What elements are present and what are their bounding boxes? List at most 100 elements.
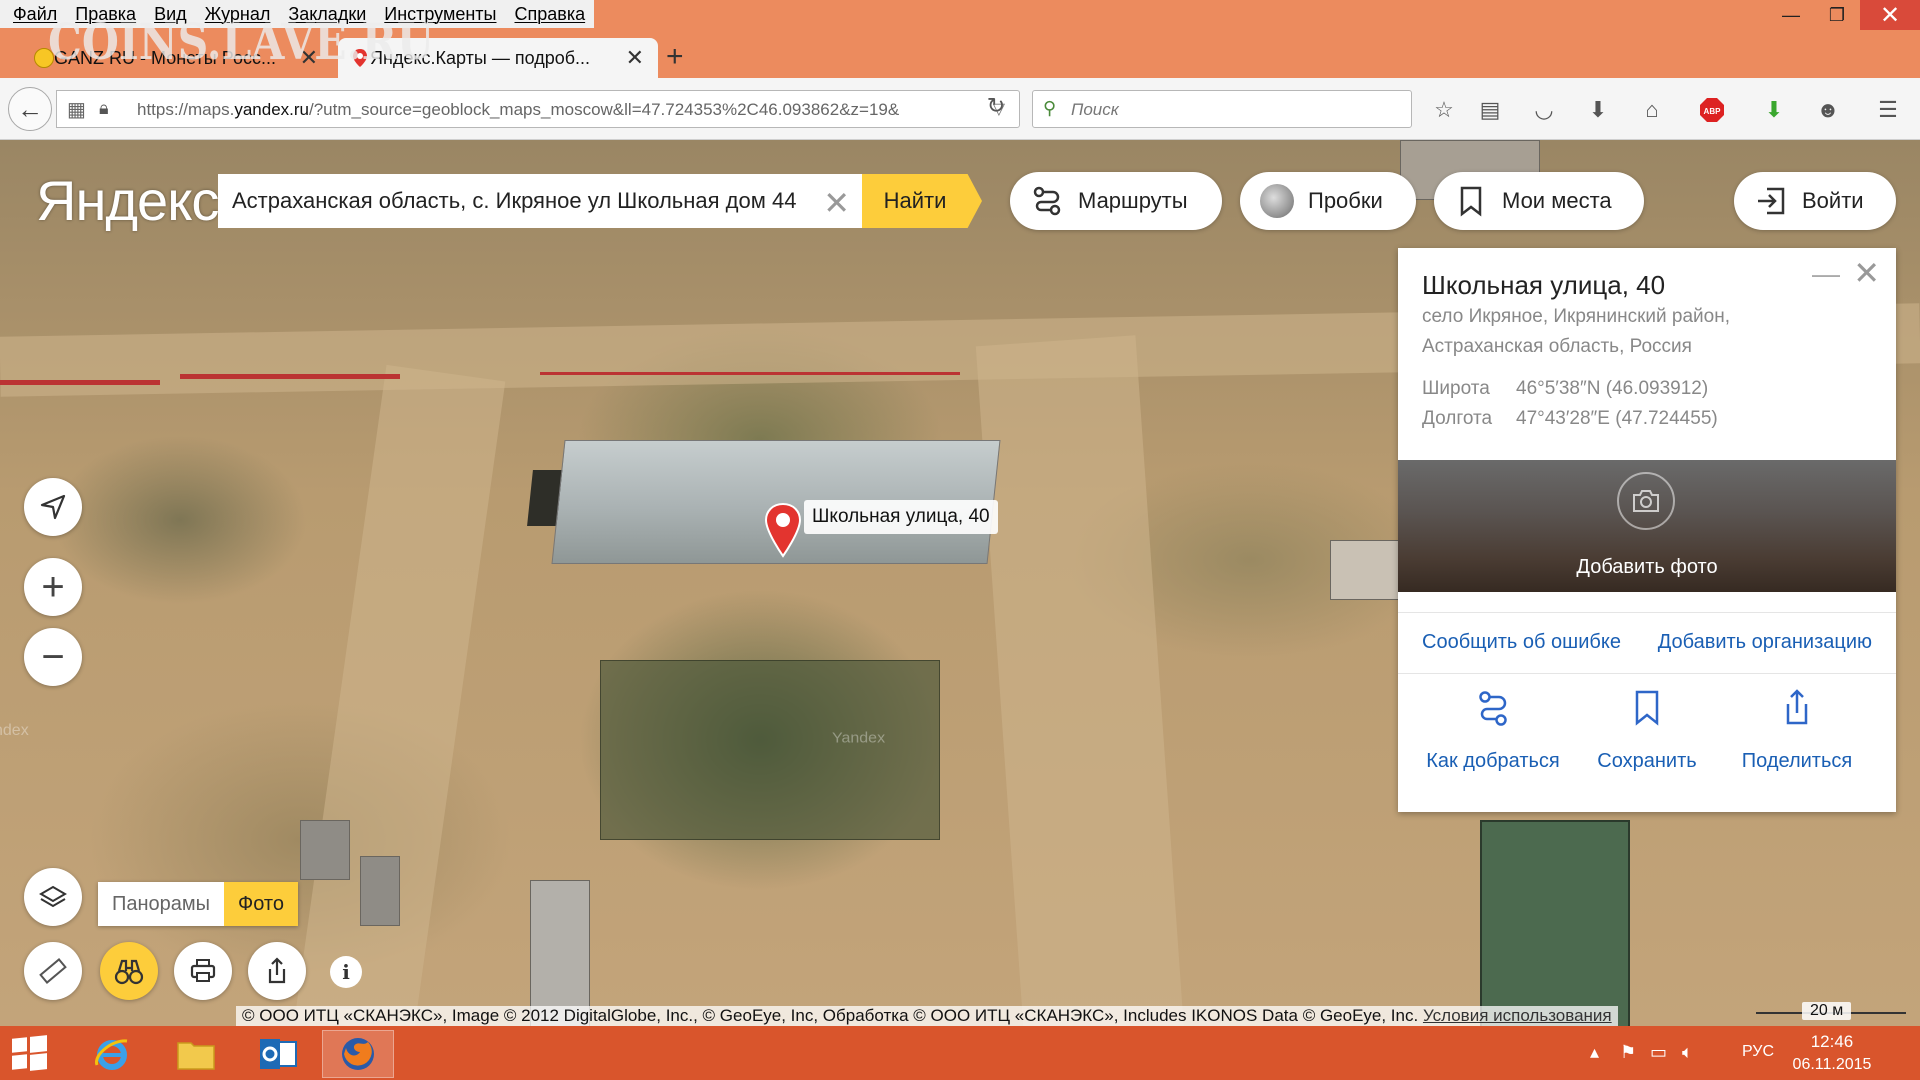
zoom-in-button[interactable]: + <box>24 558 82 616</box>
close-tab-icon[interactable]: ✕ <box>300 45 318 71</box>
menu-bookmarks[interactable]: Закладки <box>279 4 375 25</box>
info-icon[interactable]: i <box>330 956 362 988</box>
svg-text:ABP: ABP <box>1704 107 1722 116</box>
firefox-icon[interactable] <box>322 1030 394 1078</box>
map-search-box[interactable]: ✕ <box>218 174 862 228</box>
latitude-value: 46°5′38″N (46.093912) <box>1516 378 1709 399</box>
map-fence <box>0 380 160 385</box>
share-icon <box>1777 688 1817 732</box>
share-button[interactable]: Поделиться <box>1722 688 1872 773</box>
address-bar[interactable]: ▦ 🔒︎ https://maps.yandex.ru/?utm_source=… <box>56 90 1020 128</box>
minimize-card-icon[interactable]: — <box>1812 258 1840 290</box>
routes-label: Маршруты <box>1078 188 1188 213</box>
print-button[interactable] <box>174 942 232 1000</box>
chat-extension-icon[interactable]: ☻ <box>1814 96 1842 124</box>
map-fence <box>540 372 960 375</box>
menu-history[interactable]: Журнал <box>196 4 280 25</box>
back-button[interactable]: ← <box>8 87 52 131</box>
yandex-logo[interactable]: Яндекс <box>36 168 219 233</box>
ruler-button[interactable] <box>24 942 82 1000</box>
menu-tools[interactable]: Инструменты <box>375 4 505 25</box>
map-watermark: ndex <box>0 722 29 739</box>
close-window-button[interactable]: ✕ <box>1860 0 1920 30</box>
geolocation-button[interactable] <box>24 478 82 536</box>
action-center-flag-icon[interactable]: ⚑ <box>1620 1042 1636 1063</box>
printer-icon <box>190 959 216 982</box>
download-icon[interactable]: ⬇ <box>1584 96 1612 124</box>
network-icon[interactable]: ▭ <box>1650 1042 1667 1063</box>
system-tray: ▴ ⚑ ▭ 🔈︎ РУС 12:46 06.11.2015 <box>1590 1026 1920 1080</box>
tab-yandex-maps[interactable]: Яндекс.Карты — подроб... ✕ <box>338 38 658 78</box>
map-search-input[interactable] <box>218 174 818 228</box>
terms-link[interactable]: Условия использования <box>1423 1006 1612 1025</box>
find-button[interactable]: Найти <box>862 174 982 228</box>
clear-search-icon[interactable]: ✕ <box>823 184 850 222</box>
map-building <box>360 856 400 926</box>
tray-expand-icon[interactable]: ▴ <box>1590 1042 1599 1063</box>
my-places-button[interactable]: Мои места <box>1434 172 1644 230</box>
map-pin-icon[interactable] <box>763 502 803 558</box>
login-icon <box>1754 184 1788 218</box>
menu-view[interactable]: Вид <box>145 4 196 25</box>
layers-button[interactable] <box>24 868 82 926</box>
hamburger-menu-icon[interactable]: ☰ <box>1874 96 1902 124</box>
save-button[interactable]: Сохранить <box>1572 688 1722 773</box>
smiley-favicon-icon <box>34 48 54 68</box>
share-map-button[interactable] <box>248 942 306 1000</box>
maximize-window-button[interactable]: ❐ <box>1814 0 1860 30</box>
add-organization-link[interactable]: Добавить организацию <box>1658 631 1872 654</box>
volume-icon[interactable]: 🔈︎ <box>1682 1042 1693 1063</box>
home-icon[interactable]: ⌂ <box>1638 96 1666 124</box>
browser-titlebar: Файл Правка Вид Журнал Закладки Инструме… <box>0 0 1920 78</box>
clock-date[interactable]: 06.11.2015 <box>1782 1056 1882 1074</box>
plus-icon: + <box>41 564 65 609</box>
bookmark-star-icon[interactable]: ☆ <box>1430 96 1458 124</box>
map-fence <box>180 374 400 379</box>
url-text: https://maps.yandex.ru/?utm_source=geobl… <box>137 100 899 120</box>
close-card-icon[interactable]: ✕ <box>1853 254 1880 292</box>
menu-edit[interactable]: Правка <box>66 4 145 25</box>
lock-icon[interactable]: 🔒︎ <box>99 98 109 119</box>
reading-list-icon[interactable]: ▤ <box>1476 96 1504 124</box>
login-button[interactable]: Войти <box>1734 172 1896 230</box>
map-watermark: Yandex <box>832 730 886 747</box>
menu-help[interactable]: Справка <box>506 4 595 25</box>
save-label: Сохранить <box>1597 750 1697 772</box>
panorama-button[interactable] <box>100 942 158 1000</box>
reload-icon[interactable]: ↻ <box>982 92 1010 120</box>
directions-button[interactable]: Как добраться <box>1418 688 1568 773</box>
report-error-link[interactable]: Сообщить об ошибке <box>1422 631 1621 654</box>
route-icon <box>1473 688 1513 732</box>
minimize-window-button[interactable]: — <box>1768 0 1814 30</box>
tab-ganz[interactable]: GANZ RU - Монеты Росс... ✕ <box>22 38 332 78</box>
latitude-label: Широта <box>1422 378 1490 399</box>
add-photo-area[interactable]: Добавить фото <box>1398 460 1896 592</box>
binoculars-icon <box>114 959 144 985</box>
file-explorer-icon[interactable] <box>160 1030 232 1078</box>
search-engine-icon[interactable]: ⚲ <box>1043 98 1056 119</box>
internet-explorer-icon[interactable] <box>76 1030 148 1078</box>
zoom-out-button[interactable]: − <box>24 628 82 686</box>
outlook-icon[interactable] <box>242 1030 314 1078</box>
green-arrow-extension-icon[interactable]: ⬇ <box>1760 96 1788 124</box>
navigation-arrow-icon <box>40 494 66 520</box>
bookmark-icon <box>1627 688 1667 732</box>
adblock-icon[interactable]: ABP <box>1692 96 1732 124</box>
close-tab-icon[interactable]: ✕ <box>626 45 644 71</box>
panoramas-option[interactable]: Панорамы <box>98 882 224 926</box>
identity-icon[interactable]: ▦ <box>67 97 86 122</box>
marker-label[interactable]: Школьная улица, 40 <box>804 500 998 534</box>
place-card: Школьная улица, 40 — ✕ село Икряное, Икр… <box>1398 248 1896 812</box>
routes-button[interactable]: Маршруты <box>1010 172 1222 230</box>
windows-start-icon[interactable] <box>12 1035 47 1071</box>
clock-time[interactable]: 12:46 <box>1782 1032 1882 1052</box>
pocket-icon[interactable]: ◡ <box>1530 96 1558 124</box>
photo-option[interactable]: Фото <box>224 882 298 926</box>
input-language[interactable]: РУС <box>1742 1043 1774 1061</box>
new-tab-button[interactable]: + <box>666 40 684 74</box>
menu-file[interactable]: Файл <box>4 4 66 25</box>
place-address-line2: Астраханская область, Россия <box>1422 336 1692 357</box>
traffic-button[interactable]: Пробки <box>1240 172 1416 230</box>
search-input[interactable]: ⚲ Поиск <box>1032 90 1412 128</box>
url-prefix: https://maps. <box>137 100 235 119</box>
